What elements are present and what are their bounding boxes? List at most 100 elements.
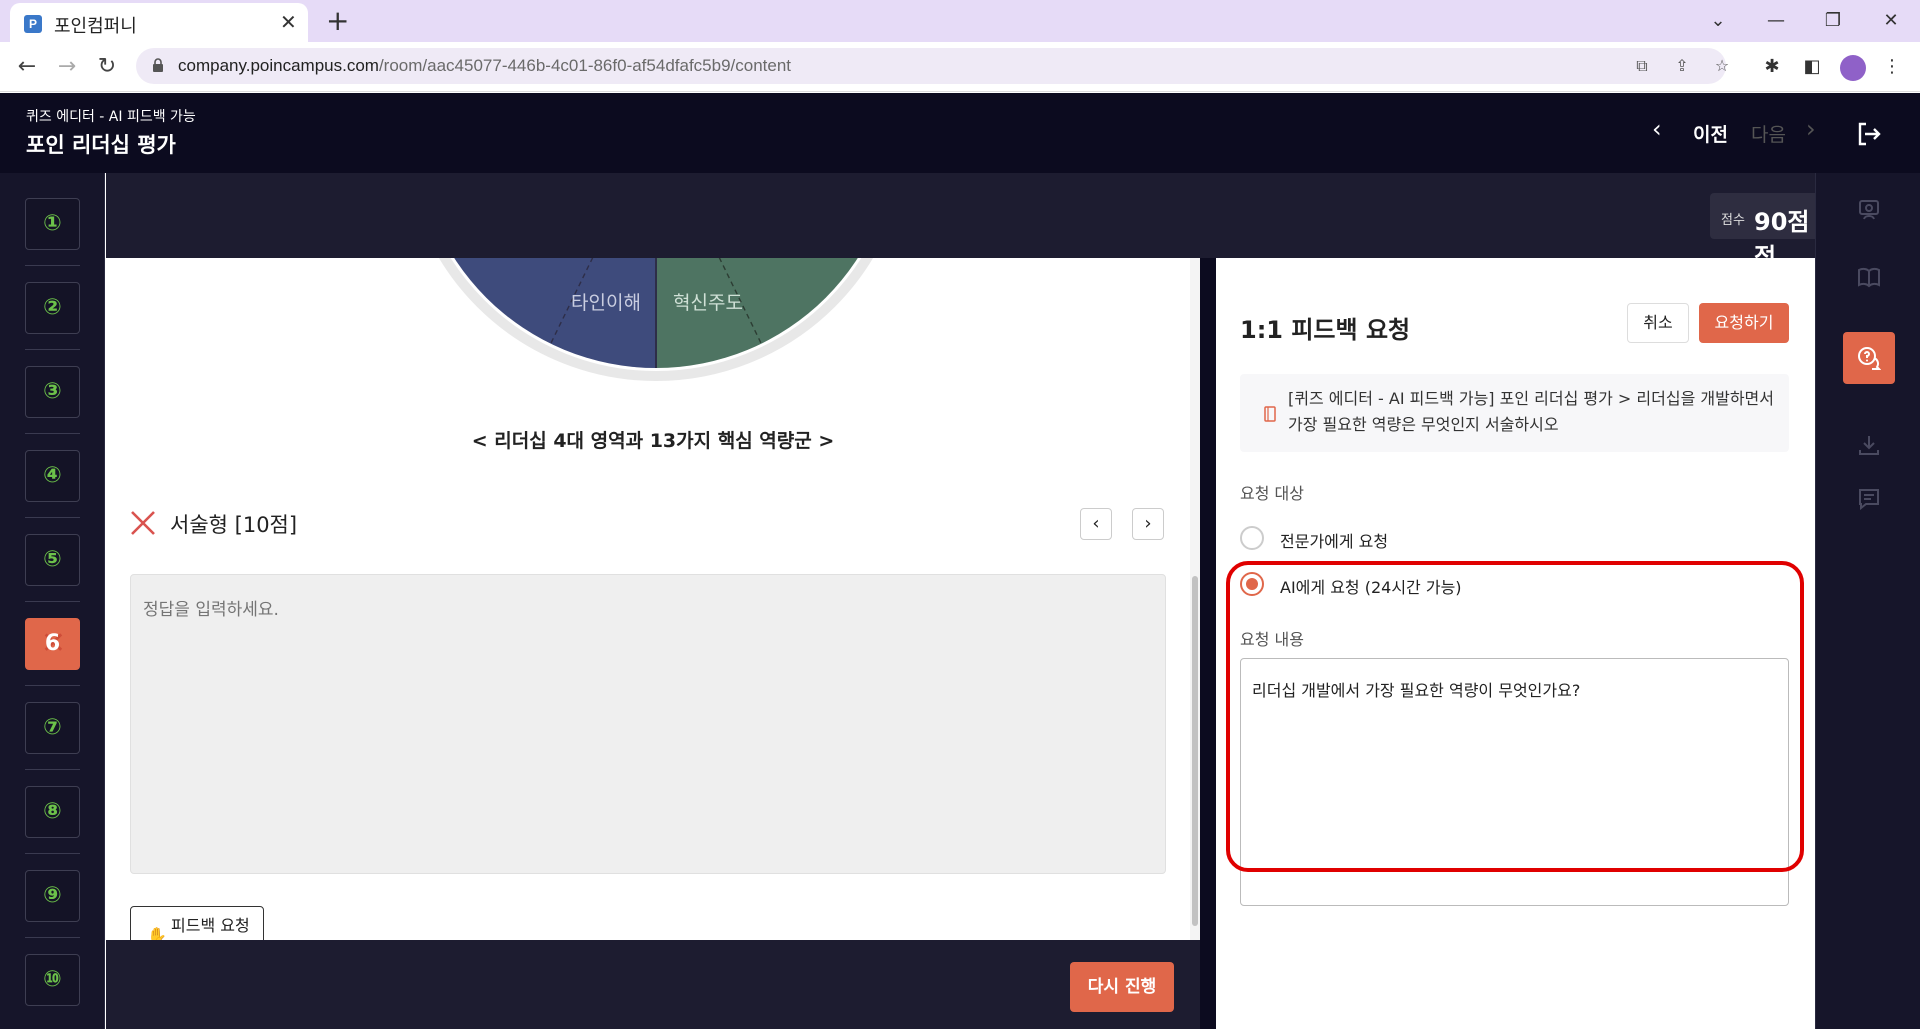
question-nav-item[interactable]: ⑦	[25, 702, 80, 754]
question-content: 타인이해 혁신주도 < 리더십 4대 영역과 13가지 핵심 역량군 > 서술형…	[106, 258, 1200, 940]
diagram-caption: < 리더십 4대 영역과 13가지 핵심 역량군 >	[471, 430, 835, 452]
side-panel-icon[interactable]: ◧	[1797, 52, 1827, 82]
nav-divider	[25, 769, 80, 770]
question-nav-item[interactable]: ④	[25, 450, 80, 502]
restore-icon[interactable]: ❐	[1818, 6, 1848, 36]
tab-search-icon[interactable]: ⌄	[1703, 6, 1733, 36]
question-context-text: [퀴즈 에디터 - AI 피드백 가능] 포인 리더십 평가 > 리더십을 개발…	[1288, 389, 1774, 434]
question-nav-item[interactable]: ③	[25, 366, 80, 418]
wheel-label: 혁신주도	[673, 292, 743, 314]
share-icon[interactable]: ⇪	[1670, 54, 1694, 78]
feedback-request-label: 피드백 요청	[171, 916, 250, 935]
nav-divider	[25, 517, 80, 518]
tab-title: 포인컴퍼니	[54, 16, 137, 37]
rail-notes[interactable]	[1843, 251, 1895, 303]
question-nav-item-current[interactable]: ✕ 6	[25, 618, 80, 670]
tool-rail	[1815, 173, 1920, 1029]
nav-divider	[25, 265, 80, 266]
radio-ai-label[interactable]: AI에게 요청 (24시간 가능)	[1280, 574, 1462, 598]
prev-question-button[interactable]: ‹	[1080, 508, 1112, 540]
course-subtitle: 퀴즈 에디터 - AI 피드백 가능	[26, 109, 196, 125]
feedback-request-button[interactable]: ✋ 피드백 요청	[130, 906, 264, 940]
wheel-label: 타인이해	[571, 292, 641, 314]
question-nav-item[interactable]: ⑨	[25, 870, 80, 922]
browser-tab[interactable]: P 포인컴퍼니 ✕	[10, 3, 308, 42]
question-nav: ① ② ③ ④ ⑤ ✕ 6 ⑦ ⑧ ⑨ ⑩	[0, 173, 105, 1029]
radio-expert[interactable]	[1240, 526, 1264, 550]
rail-teacher[interactable]	[1843, 184, 1895, 236]
presentation-icon	[1859, 200, 1879, 220]
nav-divider	[25, 853, 80, 854]
open-book-icon	[1858, 267, 1880, 288]
favicon-icon: P	[24, 15, 42, 33]
rail-feedback[interactable]	[1843, 332, 1895, 384]
book-icon	[1264, 406, 1276, 422]
url-field[interactable]: company.poincampus.com/room/aac45077-446…	[136, 48, 1729, 84]
url-text: company.poincampus.com/room/aac45077-446…	[178, 56, 791, 76]
question-nav-item[interactable]: ⑩	[25, 954, 80, 1006]
comment-icon	[1859, 489, 1879, 511]
nav-divider	[25, 601, 80, 602]
rail-comments[interactable]	[1843, 473, 1895, 525]
url-host: company.poincampus.com	[178, 56, 379, 75]
rail-download[interactable]	[1843, 419, 1895, 471]
cancel-button[interactable]: 취소	[1627, 303, 1689, 343]
radio-ai[interactable]	[1240, 572, 1264, 596]
prev-chevron-icon[interactable]: ‹	[1652, 115, 1662, 143]
course-title: 포인 리더십 평가	[26, 133, 176, 157]
nav-divider	[25, 433, 80, 434]
download-icon	[1859, 436, 1879, 455]
tab-close-icon[interactable]: ✕	[280, 11, 297, 33]
answer-input[interactable]	[130, 574, 1166, 874]
request-target-label: 요청 대상	[1240, 484, 1304, 503]
question-number: 6	[44, 631, 61, 656]
back-icon[interactable]: ←	[12, 52, 42, 82]
question-nav-item[interactable]: ①	[25, 198, 80, 250]
question-title: 서술형 [10점]	[170, 513, 298, 537]
close-window-icon[interactable]: ✕	[1876, 6, 1906, 36]
feedback-panel: 1:1 피드백 요청 취소 요청하기 [퀴즈 에디터 - AI 피드백 가능] …	[1216, 258, 1815, 1029]
new-tab-icon[interactable]: +	[326, 6, 349, 36]
app-header: 퀴즈 에디터 - AI 피드백 가능 포인 리더십 평가 ‹ 이전 다음 ›	[0, 93, 1920, 173]
leadership-wheel-diagram: 타인이해 혁신주도	[439, 258, 873, 381]
bookmark-star-icon[interactable]: ☆	[1710, 54, 1734, 78]
score-band: 점수 90점 / 100점	[106, 173, 1892, 271]
nav-divider	[25, 349, 80, 350]
question-nav-item[interactable]: ②	[25, 282, 80, 334]
extensions-icon[interactable]: ✱	[1757, 52, 1787, 82]
question-nav-item[interactable]: ⑧	[25, 786, 80, 838]
raised-hand-icon: ✋	[147, 926, 167, 940]
question-nav-item[interactable]: ⑤	[25, 534, 80, 586]
question-chat-icon	[1858, 347, 1881, 370]
radio-expert-label[interactable]: 전문가에게 요청	[1280, 528, 1388, 552]
address-bar: ← → ↻ company.poincampus.com/room/aac450…	[0, 42, 1920, 92]
browser-tabstrip: P 포인컴퍼니 ✕ + ⌄ — ❐ ✕	[0, 0, 1920, 42]
profile-avatar[interactable]	[1840, 55, 1866, 81]
next-question-button[interactable]: ›	[1132, 508, 1164, 540]
reload-icon[interactable]: ↻	[92, 52, 122, 82]
next-chevron-icon[interactable]: ›	[1806, 115, 1816, 143]
panel-divider	[1200, 258, 1216, 1029]
wrong-x-icon	[131, 511, 155, 535]
open-in-app-icon[interactable]: ⧉	[1630, 54, 1654, 78]
prev-button[interactable]: 이전	[1693, 120, 1728, 147]
score-label: 점수	[1721, 213, 1745, 228]
chevron-left-icon: ‹	[1092, 513, 1100, 534]
bottom-action-bar: 다시 진행	[106, 940, 1200, 1029]
exit-icon[interactable]	[1854, 119, 1884, 149]
scrollbar-thumb[interactable]	[1192, 576, 1198, 926]
url-path: /room/aac45077-446b-4c01-86f0-af54dfafc5…	[378, 56, 792, 75]
retry-button[interactable]: 다시 진행	[1070, 962, 1174, 1012]
submit-request-button[interactable]: 요청하기	[1699, 303, 1789, 343]
request-content-label: 요청 내용	[1240, 630, 1304, 649]
chevron-right-icon: ›	[1144, 513, 1152, 534]
question-context: [퀴즈 에디터 - AI 피드백 가능] 포인 리더십 평가 > 리더십을 개발…	[1240, 374, 1789, 452]
forward-icon[interactable]: →	[52, 52, 82, 82]
minimize-icon[interactable]: —	[1761, 6, 1791, 36]
nav-divider	[25, 937, 80, 938]
lock-icon	[153, 58, 163, 72]
nav-divider	[25, 685, 80, 686]
request-content-input[interactable]: 리더십 개발에서 가장 필요한 역량이 무엇인가요?	[1240, 658, 1789, 906]
browser-menu-icon[interactable]: ⋮	[1877, 52, 1907, 82]
next-button[interactable]: 다음	[1751, 120, 1786, 147]
